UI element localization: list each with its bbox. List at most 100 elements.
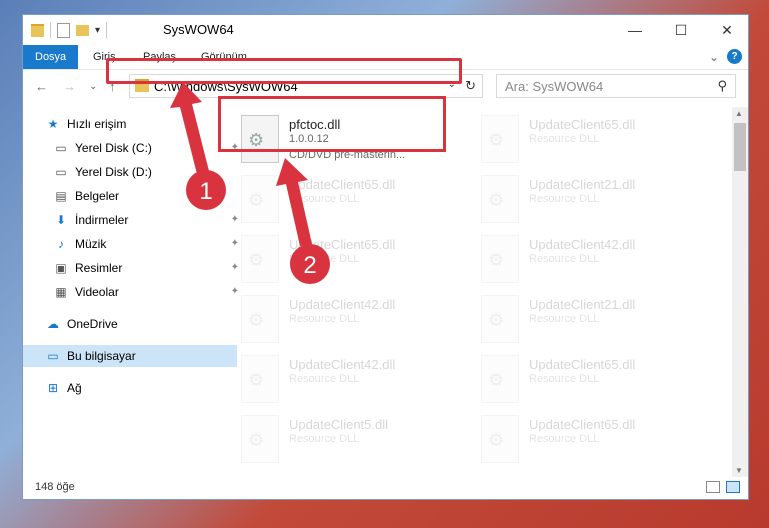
- vertical-scrollbar[interactable]: ▲ ▼: [732, 107, 748, 477]
- item-count: 148 öğe: [35, 481, 75, 493]
- dll-file-icon: ⚙: [481, 175, 519, 223]
- file-name: UpdateClient21.dll: [529, 297, 636, 312]
- scroll-up-icon[interactable]: ▲: [735, 109, 743, 118]
- sidebar-item-label: Ağ: [67, 381, 82, 395]
- refresh-icon[interactable]: ↻: [465, 78, 476, 94]
- gear-icon: ⚙: [248, 190, 265, 210]
- scroll-thumb[interactable]: [734, 123, 746, 171]
- sidebar-item-onedrive[interactable]: ☁ OneDrive: [23, 313, 237, 335]
- sidebar-item-label: OneDrive: [67, 317, 118, 331]
- sidebar-item-label: Müzik: [75, 237, 107, 251]
- file-type: Resource DLL: [529, 373, 600, 385]
- sidebar-item-label: Yerel Disk (C:): [75, 141, 152, 155]
- file-item[interactable]: ⚙ UpdateClient65.dll Resource DLL: [463, 351, 688, 411]
- quick-access-toolbar: ▾: [31, 22, 108, 38]
- recent-locations-icon[interactable]: ⌄: [89, 81, 97, 92]
- large-icons-view-icon[interactable]: [726, 481, 740, 493]
- pictures-icon: ▣: [55, 261, 67, 275]
- sidebar-item-label: Yerel Disk (D:): [75, 165, 152, 179]
- file-item[interactable]: ⚙ UpdateClient42.dll Resource DLL: [223, 351, 448, 411]
- address-bar-highlight: [106, 58, 462, 84]
- sidebar-item-music[interactable]: ♪ Müzik ✦: [23, 233, 245, 255]
- sidebar-item-videos[interactable]: ▦ Videolar ✦: [23, 281, 245, 303]
- file-item[interactable]: ⚙ UpdateClient65.dll Resource DLL: [463, 111, 688, 171]
- file-type: Resource DLL: [289, 373, 360, 385]
- network-icon: ⊞: [47, 381, 59, 395]
- file-name: UpdateClient42.dll: [529, 237, 636, 252]
- gear-icon: ⚙: [488, 310, 505, 330]
- dll-file-icon: ⚙: [481, 115, 519, 163]
- file-name: UpdateClient65.dll: [529, 417, 636, 432]
- search-input[interactable]: Ara: SysWOW64: [505, 79, 603, 94]
- sidebar-item-label: Belgeler: [75, 189, 120, 203]
- sidebar-item-network[interactable]: ⊞ Ağ: [23, 377, 237, 399]
- file-item[interactable]: ⚙ UpdateClient21.dll Resource DLL: [463, 171, 688, 231]
- file-name: UpdateClient65.dll: [529, 117, 636, 132]
- forward-arrow-icon[interactable]: →: [63, 79, 76, 94]
- properties-icon[interactable]: [57, 22, 70, 38]
- minimize-button[interactable]: —: [612, 15, 658, 45]
- music-icon: ♪: [58, 237, 64, 251]
- back-arrow-icon[interactable]: ←: [35, 79, 48, 94]
- file-explorer-window: ▾ SysWOW64 — ☐ ✕ Dosya Giriş Paylaş Görü…: [22, 14, 749, 500]
- dll-file-icon: ⚙: [481, 355, 519, 403]
- file-item[interactable]: ⚙ UpdateClient21.dll Resource DLL: [463, 291, 688, 351]
- gear-icon: ⚙: [488, 250, 505, 270]
- expand-ribbon-icon[interactable]: ⌄: [709, 50, 719, 64]
- documents-icon: ▤: [55, 189, 67, 203]
- cloud-icon: ☁: [47, 317, 59, 331]
- file-item[interactable]: ⚙ UpdateClient42.dll Resource DLL: [223, 291, 448, 351]
- dll-file-icon: ⚙: [481, 415, 519, 463]
- sidebar-item-label: Hızlı erişim: [67, 117, 127, 131]
- divider: [106, 22, 108, 38]
- search-box[interactable]: Ara: SysWOW64 ⚲: [496, 74, 736, 98]
- file-name: UpdateClient42.dll: [289, 357, 396, 372]
- file-type: Resource DLL: [289, 313, 360, 325]
- navigation-pane: ★ Hızlı erişim ▭ Yerel Disk (C:) ✦ ▭ Yer…: [23, 107, 239, 477]
- file-name: UpdateClient21.dll: [529, 177, 636, 192]
- file-name: UpdateClient5.dll: [289, 417, 389, 432]
- close-button[interactable]: ✕: [704, 15, 750, 45]
- sidebar-item-this-pc[interactable]: ▭ Bu bilgisayar: [23, 345, 237, 367]
- new-folder-icon[interactable]: [76, 24, 89, 36]
- view-switcher: [706, 481, 740, 493]
- scroll-down-icon[interactable]: ▼: [735, 466, 743, 475]
- drive-icon: ▭: [55, 165, 67, 179]
- tab-file[interactable]: Dosya: [23, 45, 79, 69]
- file-list: ⚙ pfctoc.dll 1.0.0.12 CD/DVD pre-masteri…: [223, 107, 733, 469]
- maximize-button[interactable]: ☐: [658, 15, 704, 45]
- file-name: UpdateClient42.dll: [289, 297, 396, 312]
- sidebar-item-documents[interactable]: ▤ Belgeler: [23, 185, 245, 207]
- sidebar-item-label: İndirmeler: [75, 213, 129, 227]
- file-type: Resource DLL: [529, 193, 600, 205]
- file-item[interactable]: ⚙ UpdateClient65.dll Resource DLL: [463, 411, 688, 469]
- gear-icon: ⚙: [248, 310, 265, 330]
- sidebar-item-label: Bu bilgisayar: [67, 349, 136, 363]
- search-icon[interactable]: ⚲: [717, 78, 727, 94]
- gear-icon: ⚙: [248, 430, 265, 450]
- computer-icon: ▭: [47, 349, 59, 363]
- dll-file-icon: ⚙: [241, 235, 279, 283]
- ribbon-controls: ⌄ ?: [709, 49, 742, 64]
- folder-icon[interactable]: [31, 23, 44, 37]
- title-bar: ▾ SysWOW64 — ☐ ✕: [23, 15, 748, 45]
- details-view-icon[interactable]: [706, 481, 720, 493]
- file-item[interactable]: ⚙ UpdateClient65.dll Resource DLL: [223, 231, 448, 291]
- dll-file-icon: ⚙: [241, 295, 279, 343]
- sidebar-item-downloads[interactable]: ⬇ İndirmeler ✦: [23, 209, 245, 231]
- sidebar-item-quick-access[interactable]: ★ Hızlı erişim: [23, 113, 237, 135]
- customize-icon[interactable]: ▾: [95, 25, 100, 36]
- download-icon: ⬇: [55, 213, 67, 227]
- file-name: UpdateClient65.dll: [289, 237, 396, 252]
- sidebar-item-local-disk-c[interactable]: ▭ Yerel Disk (C:) ✦: [23, 137, 245, 159]
- file-type: Resource DLL: [529, 253, 600, 265]
- file-item[interactable]: ⚙ UpdateClient42.dll Resource DLL: [463, 231, 688, 291]
- sidebar-item-pictures[interactable]: ▣ Resimler ✦: [23, 257, 245, 279]
- file-name: UpdateClient65.dll: [289, 177, 396, 192]
- help-icon[interactable]: ?: [727, 49, 742, 64]
- file-item[interactable]: ⚙ UpdateClient65.dll Resource DLL: [223, 171, 448, 231]
- file-item[interactable]: ⚙ UpdateClient5.dll Resource DLL: [223, 411, 448, 469]
- gear-icon: ⚙: [248, 250, 265, 270]
- window-title: SysWOW64: [163, 22, 234, 37]
- sidebar-item-local-disk-d[interactable]: ▭ Yerel Disk (D:): [23, 161, 245, 183]
